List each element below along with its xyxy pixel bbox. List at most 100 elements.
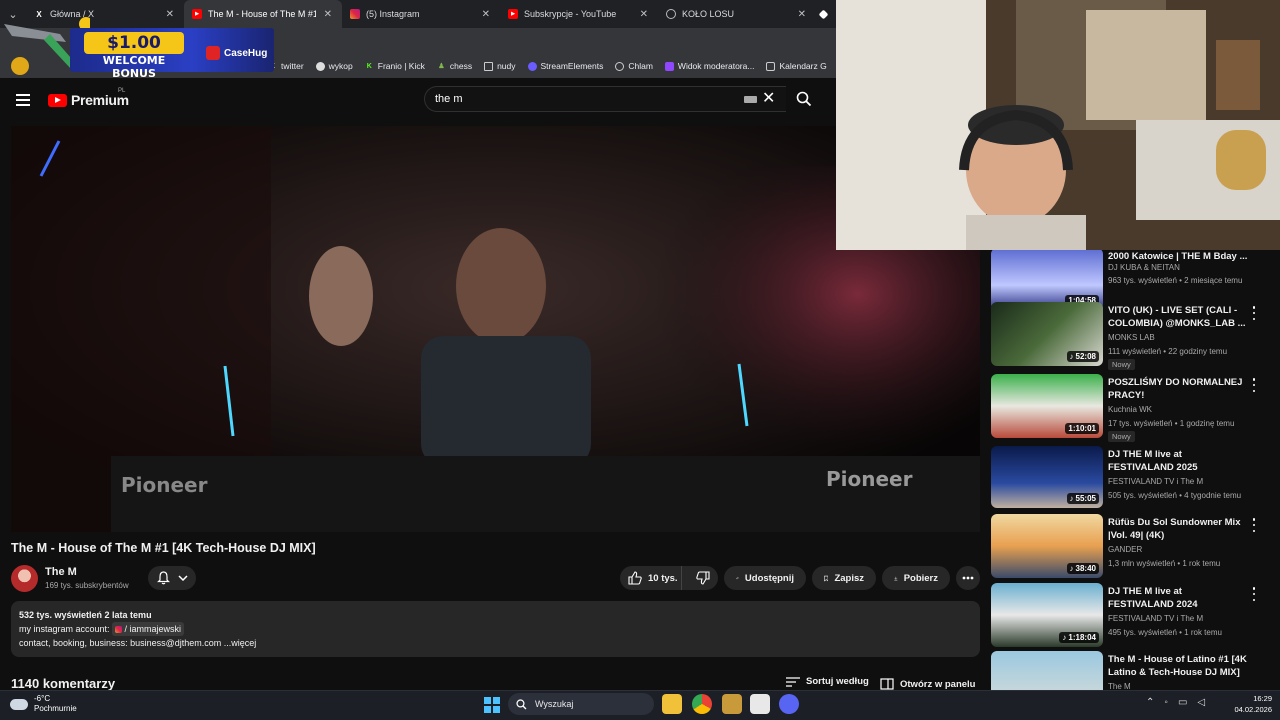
more-horizontal-icon bbox=[962, 576, 974, 580]
recommendation-title: DJ THE M live at FESTIVALAND 2024 bbox=[1108, 586, 1198, 610]
duration-text: 52:08 bbox=[1075, 352, 1096, 361]
new-badge: Nowy bbox=[1108, 359, 1135, 370]
like-dislike-group: 10 tys. bbox=[620, 566, 718, 590]
tab-extra[interactable] bbox=[816, 0, 836, 28]
instagram-handle: / iammajewski bbox=[122, 624, 182, 634]
chevron-up-icon[interactable]: ⌃ bbox=[1146, 697, 1154, 708]
system-clock[interactable]: 16:29 04.02.2026 bbox=[1222, 693, 1272, 715]
youtube-logo[interactable]: Premium bbox=[48, 92, 129, 108]
microphone-icon[interactable]: ◦ bbox=[1164, 697, 1168, 708]
tab-kolo-losu[interactable]: KOŁO LOSU ✕ bbox=[658, 0, 816, 28]
recommendation-meta: 963 tys. wyświetleń • 2 miesiące temu bbox=[1108, 276, 1243, 285]
recommendation-title: Rüfüs Du Sol Sundowner Mix |Vol. 49| (4K… bbox=[1108, 517, 1241, 541]
bell-icon bbox=[156, 571, 170, 585]
video-thumbnail[interactable]: ♪ 38:40 bbox=[991, 514, 1103, 578]
search-button[interactable] bbox=[786, 86, 822, 112]
bookmark-chess[interactable]: ♟ chess bbox=[437, 61, 472, 71]
panel-icon bbox=[880, 678, 894, 690]
discord-icon[interactable] bbox=[779, 694, 799, 714]
search-input[interactable]: the m bbox=[424, 86, 786, 112]
monitor-icon[interactable]: ▭ bbox=[1178, 697, 1187, 708]
duration-badge: ♪ 55:05 bbox=[1066, 493, 1099, 504]
tab-label: (5) Instagram bbox=[366, 9, 420, 19]
casehug-logo-icon bbox=[206, 46, 220, 60]
recommendation-title: POSZLIŚMY DO NORMALNEJ PRACY! bbox=[1108, 377, 1243, 401]
recommendation-meta: 495 tys. wyświetleń • 1 rok temu bbox=[1108, 628, 1222, 637]
clock-date: 04.02.2026 bbox=[1234, 705, 1272, 714]
video-description[interactable]: 532 tys. wyświetleń 2 lata temu my insta… bbox=[11, 601, 980, 657]
more-options-icon[interactable] bbox=[1249, 587, 1259, 601]
menu-icon[interactable] bbox=[16, 94, 30, 106]
download-button[interactable]: Pobierz bbox=[882, 566, 950, 590]
weather-widget[interactable]: -6°C Pochmurnie bbox=[10, 694, 77, 714]
video-thumbnail[interactable]: 1:10:01 bbox=[991, 374, 1103, 438]
bookmark-label: chess bbox=[449, 61, 473, 71]
more-options-icon[interactable] bbox=[1249, 378, 1259, 392]
bookmark-chlam[interactable]: Chlam bbox=[615, 61, 653, 71]
close-icon[interactable]: ✕ bbox=[482, 9, 490, 20]
tab-instagram[interactable]: (5) Instagram ✕ bbox=[342, 0, 500, 28]
svg-text:Pioneer: Pioneer bbox=[826, 467, 913, 491]
bookmark-calendar[interactable]: Kalendarz G bbox=[766, 61, 827, 71]
globe-icon bbox=[666, 9, 676, 19]
start-button[interactable] bbox=[484, 697, 500, 713]
file-explorer-icon[interactable] bbox=[662, 694, 682, 714]
keyboard-icon[interactable] bbox=[744, 96, 757, 103]
region-code: PL bbox=[118, 88, 126, 94]
close-icon[interactable]: ✕ bbox=[324, 9, 332, 20]
bookmark-wykop[interactable]: wykop bbox=[315, 61, 353, 71]
casino-ad-overlay[interactable]: $1.00 WELCOME BONUS CaseHug bbox=[0, 14, 274, 80]
close-icon[interactable]: ✕ bbox=[640, 9, 648, 20]
channel-name[interactable]: The M bbox=[45, 566, 77, 578]
pawn-icon: ♟ bbox=[438, 63, 445, 70]
bookmark-streamelements[interactable]: StreamElements bbox=[527, 61, 604, 71]
app-icon[interactable] bbox=[722, 694, 742, 714]
like-count: 10 tys. bbox=[648, 572, 678, 584]
like-button[interactable]: 10 tys. bbox=[620, 566, 683, 590]
save-button[interactable]: Zapisz bbox=[812, 566, 876, 590]
bookmark-kick[interactable]: K Franio | Kick bbox=[365, 61, 425, 71]
recommendation-channel: The M bbox=[1108, 682, 1131, 690]
recommendation-item[interactable]: ♪ 55:05 DJ THE M live at FESTIVALAND 2025… bbox=[991, 446, 1280, 510]
recommendation-item[interactable]: ♪ 38:40 Rüfüs Du Sol Sundowner Mix |Vol. … bbox=[991, 514, 1280, 578]
video-thumbnail[interactable] bbox=[991, 651, 1103, 690]
open-in-panel-button[interactable]: Otwórz w panelu bbox=[880, 678, 975, 690]
more-options-icon[interactable] bbox=[1249, 518, 1259, 532]
more-actions-button[interactable] bbox=[956, 566, 980, 590]
sort-label: Sortuj według bbox=[806, 676, 869, 687]
share-button[interactable]: Udostępnij bbox=[724, 566, 806, 590]
close-icon[interactable]: ✕ bbox=[798, 9, 806, 20]
dislike-button[interactable] bbox=[688, 571, 718, 585]
instagram-link[interactable]: / iammajewski bbox=[112, 622, 185, 636]
more-options-icon[interactable] bbox=[1249, 306, 1259, 320]
recommendation-item[interactable]: ♪ 52:08 VITO (UK) - LIVE SET (CALI - COLO… bbox=[991, 302, 1280, 370]
notifications-button[interactable] bbox=[148, 566, 196, 590]
tab-youtube-subscriptions[interactable]: ▶ Subskrypcje - YouTube ✕ bbox=[500, 0, 658, 28]
bookmark-folder-nudy[interactable]: nudy bbox=[484, 61, 516, 71]
video-thumbnail[interactable]: ♪ 52:08 bbox=[991, 302, 1103, 366]
clear-search-icon[interactable]: ✕ bbox=[762, 91, 775, 107]
recommendation-channel: FESTIVALAND TV i The M bbox=[1108, 614, 1204, 623]
video-thumbnail[interactable]: ♪ 55:05 bbox=[991, 446, 1103, 508]
recommendation-channel: MONKS LAB bbox=[1108, 333, 1155, 342]
folder-icon bbox=[484, 61, 494, 71]
bookmark-moderator-view[interactable]: Widok moderatora... bbox=[664, 61, 754, 71]
channel-avatar[interactable] bbox=[11, 565, 38, 592]
description-text: my instagram account: bbox=[19, 624, 113, 634]
recommendation-item[interactable]: ♪ 1:18:04 DJ THE M live at FESTIVALAND 20… bbox=[991, 583, 1280, 647]
recommendation-item[interactable]: 1:10:01 POSZLIŚMY DO NORMALNEJ PRACY! Ku… bbox=[991, 374, 1280, 442]
speaker-icon[interactable]: ◁ bbox=[1197, 697, 1205, 708]
video-thumbnail[interactable]: ♪ 1:18:04 bbox=[991, 583, 1103, 647]
video-thumbnail[interactable]: 1:04:58 bbox=[991, 250, 1103, 310]
app-icon[interactable] bbox=[750, 694, 770, 714]
chrome-icon[interactable] bbox=[692, 694, 712, 714]
ad-brand: CaseHug bbox=[206, 44, 272, 62]
bookmark-label: StreamElements bbox=[540, 61, 604, 71]
temperature: -6°C bbox=[34, 694, 51, 703]
ad-brand-label: CaseHug bbox=[224, 47, 268, 59]
sort-comments-button[interactable]: Sortuj według bbox=[786, 676, 869, 687]
video-player[interactable]: Pioneer Pioneer bbox=[11, 126, 980, 532]
taskbar-search[interactable]: Wyszukaj bbox=[508, 693, 654, 715]
recommendation-item[interactable]: The M - House of Latino #1 [4K Latino & … bbox=[991, 651, 1280, 690]
webcam-frame bbox=[836, 0, 1280, 250]
